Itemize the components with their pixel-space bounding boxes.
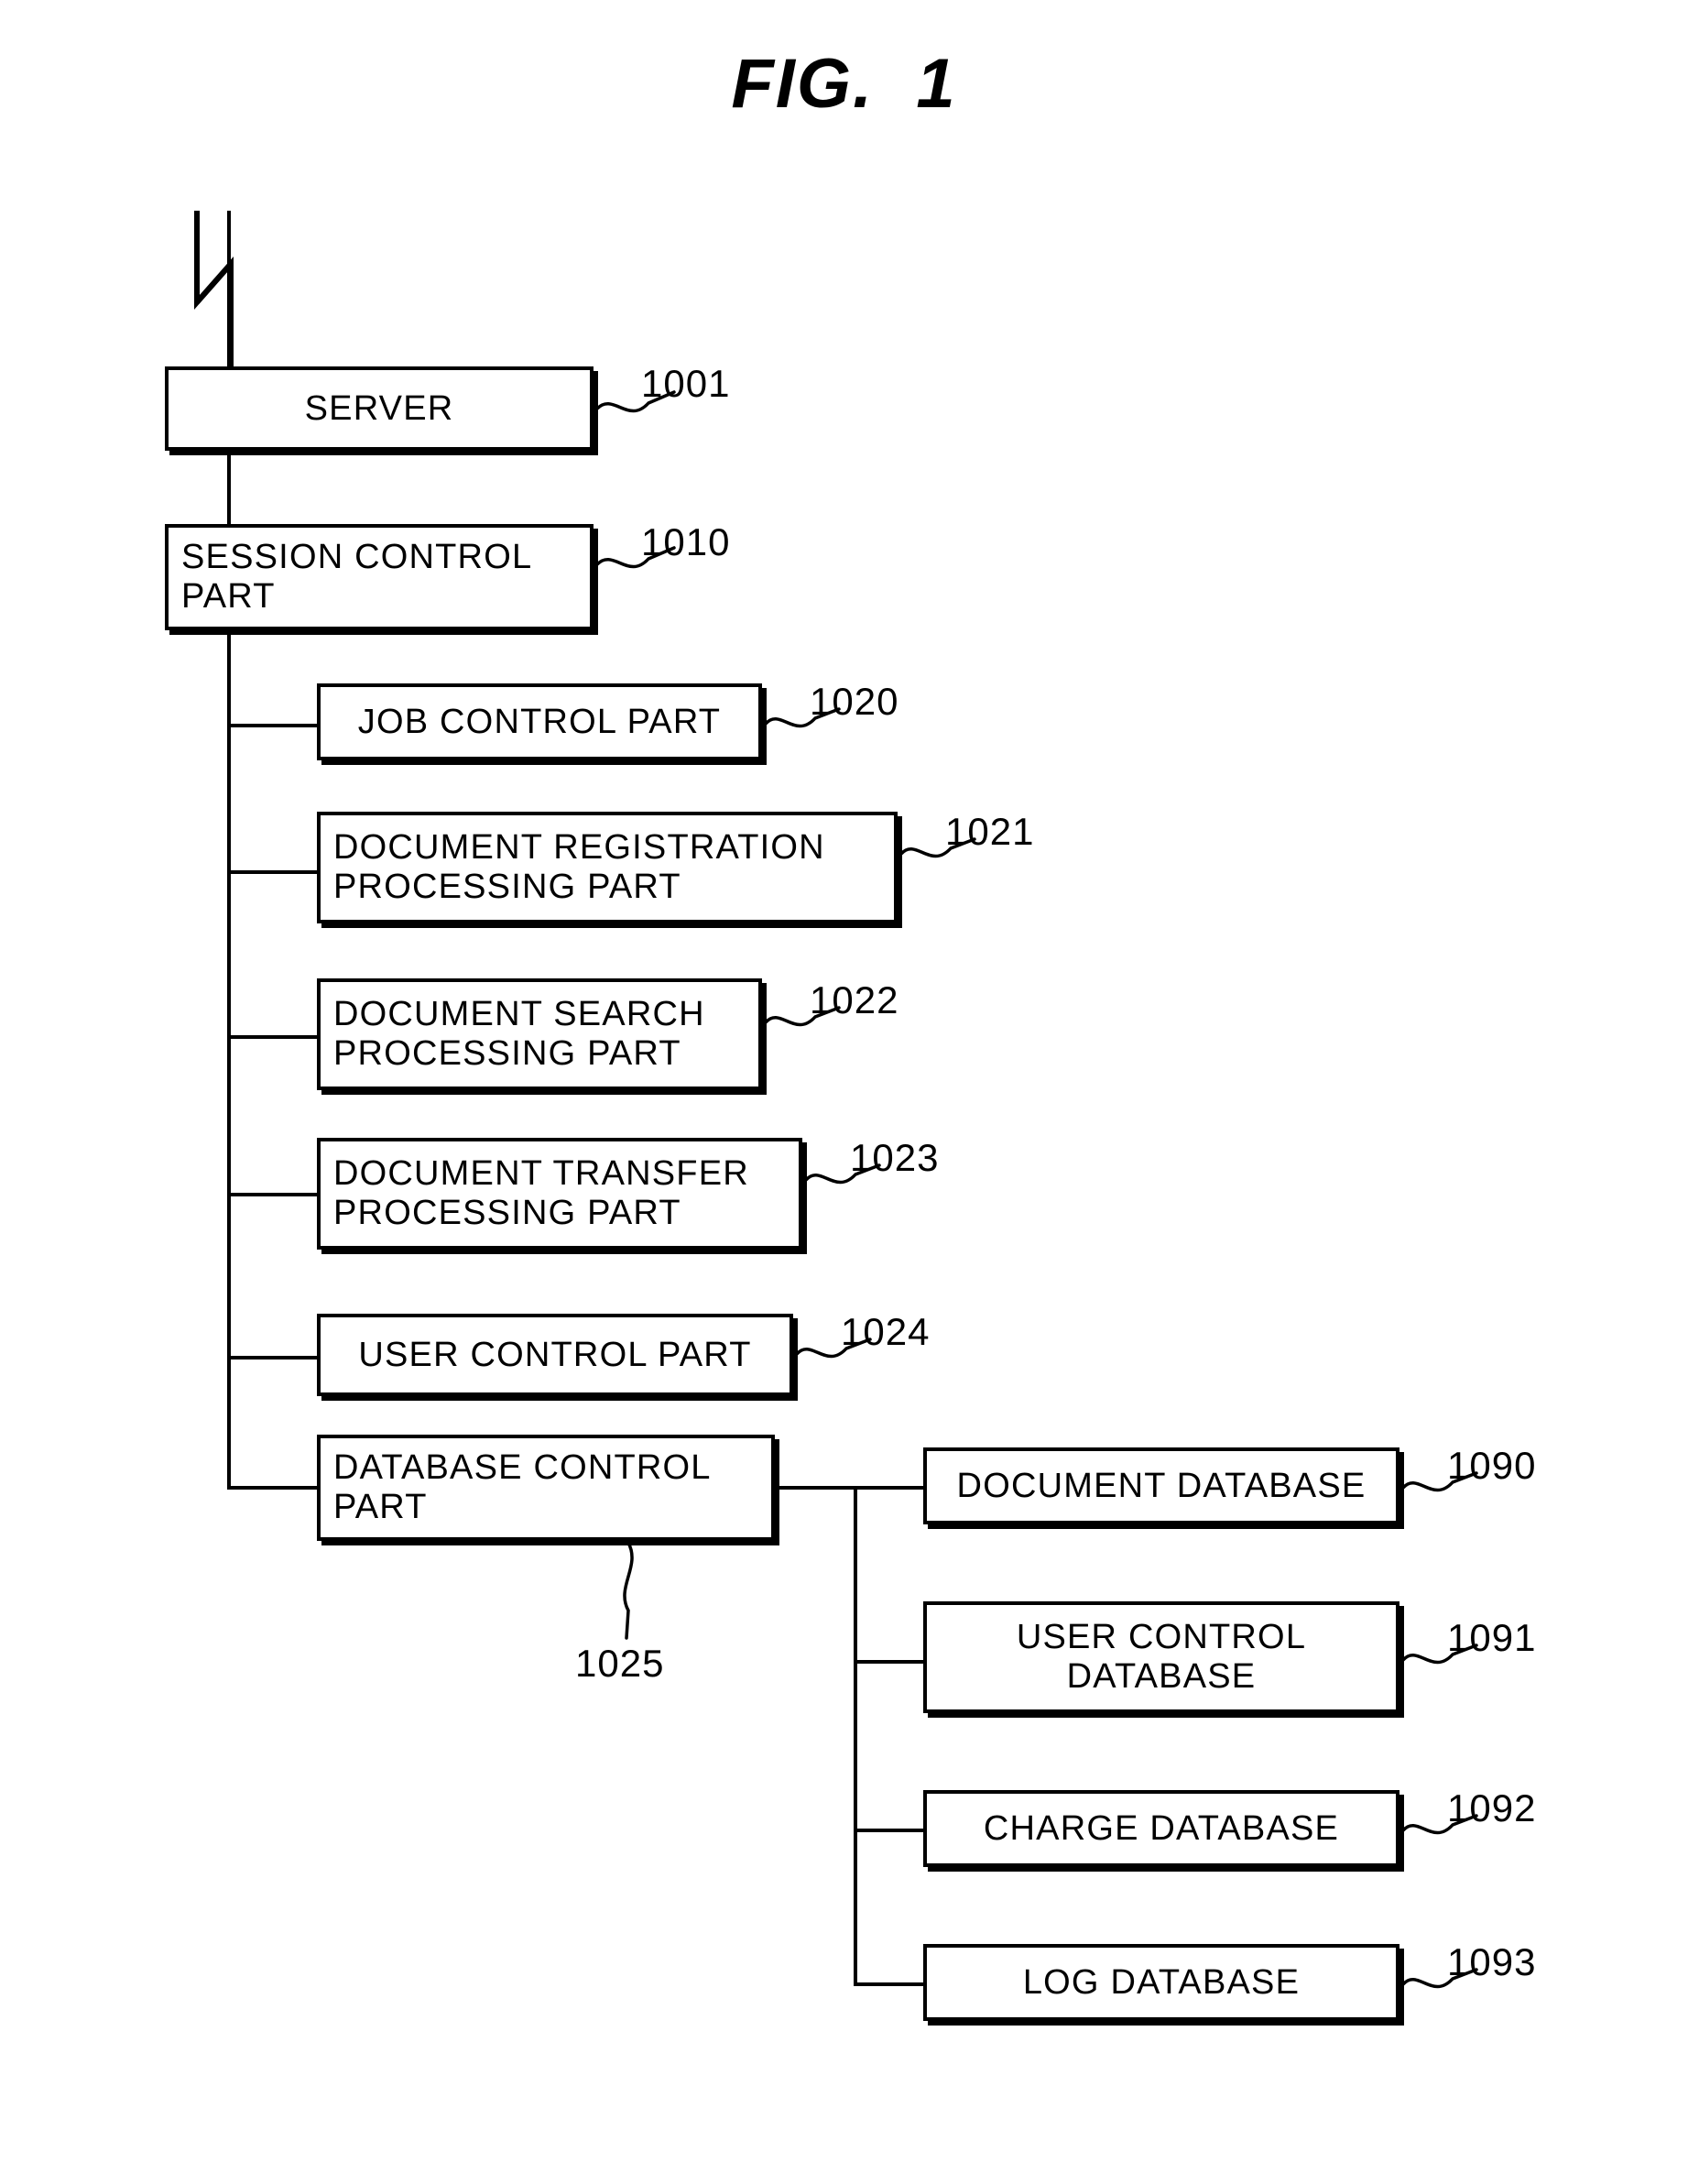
- node-doc-search-label: DOCUMENT SEARCH PROCESSING PART: [333, 995, 705, 1073]
- node-user-control[interactable]: USER CONTROL PART: [317, 1314, 793, 1396]
- node-log-database[interactable]: LOG DATABASE: [923, 1944, 1399, 2021]
- connector-stub-charge-database: [854, 1829, 925, 1832]
- node-session-control-label: SESSION CONTROL PART: [181, 538, 533, 616]
- node-job-control-label: JOB CONTROL PART: [357, 702, 722, 741]
- connector-database-control-to-right-bus: [775, 1486, 857, 1490]
- connector-stub-doc-search: [227, 1035, 319, 1039]
- node-user-control-database[interactable]: USER CONTROL DATABASE: [923, 1601, 1399, 1713]
- node-doc-transfer[interactable]: DOCUMENT TRANSFER PROCESSING PART: [317, 1138, 802, 1250]
- ref-1092: 1092: [1447, 1786, 1537, 1829]
- connector-left-trunk: [227, 630, 231, 1490]
- node-user-control-label: USER CONTROL PART: [358, 1335, 752, 1374]
- ref-1010: 1010: [641, 520, 731, 563]
- ref-1093: 1093: [1447, 1940, 1537, 1983]
- leader-line-1025: [623, 1541, 634, 1640]
- node-doc-registration-label: DOCUMENT REGISTRATION PROCESSING PART: [333, 828, 825, 906]
- ref-1023: 1023: [850, 1136, 940, 1179]
- ref-1025: 1025: [575, 1642, 665, 1685]
- connector-antenna-to-server: [227, 211, 231, 368]
- connector-server-to-session: [227, 451, 231, 528]
- connector-stub-doc-transfer: [227, 1193, 319, 1196]
- connector-stub-database-control: [227, 1486, 319, 1490]
- node-charge-database-label: CHARGE DATABASE: [983, 1808, 1340, 1848]
- ref-1022: 1022: [810, 978, 899, 1021]
- ref-1024: 1024: [841, 1310, 931, 1353]
- patent-figure-page: FIG. 1 SERVER 1001 SESSION CONTROL PART …: [0, 0, 1688, 2184]
- ref-1090: 1090: [1447, 1444, 1537, 1487]
- node-doc-search[interactable]: DOCUMENT SEARCH PROCESSING PART: [317, 978, 762, 1090]
- node-user-control-database-label: USER CONTROL DATABASE: [1016, 1618, 1307, 1696]
- node-session-control[interactable]: SESSION CONTROL PART: [165, 524, 594, 630]
- connector-stub-log-database: [854, 1982, 925, 1986]
- connector-stub-user-control-database: [854, 1660, 925, 1664]
- node-database-control[interactable]: DATABASE CONTROL PART: [317, 1435, 775, 1541]
- figure-title: FIG. 1: [731, 45, 957, 123]
- node-doc-transfer-label: DOCUMENT TRANSFER PROCESSING PART: [333, 1154, 749, 1232]
- node-document-database[interactable]: DOCUMENT DATABASE: [923, 1447, 1399, 1524]
- node-server-label: SERVER: [304, 388, 454, 428]
- node-document-database-label: DOCUMENT DATABASE: [956, 1466, 1367, 1505]
- node-charge-database[interactable]: CHARGE DATABASE: [923, 1790, 1399, 1867]
- node-database-control-label: DATABASE CONTROL PART: [333, 1448, 712, 1526]
- connector-stub-doc-registration: [227, 870, 319, 874]
- node-log-database-label: LOG DATABASE: [1022, 1962, 1301, 2002]
- node-server[interactable]: SERVER: [165, 366, 594, 451]
- connector-stub-user-control: [227, 1356, 319, 1360]
- connector-stub-document-database: [854, 1486, 925, 1490]
- ref-1091: 1091: [1447, 1616, 1537, 1659]
- connector-right-trunk: [854, 1486, 857, 1986]
- ref-1020: 1020: [810, 680, 899, 723]
- ref-1021: 1021: [945, 810, 1035, 853]
- connector-stub-job-control: [227, 724, 319, 727]
- ref-1001: 1001: [641, 362, 731, 405]
- node-doc-registration[interactable]: DOCUMENT REGISTRATION PROCESSING PART: [317, 812, 898, 923]
- node-job-control[interactable]: JOB CONTROL PART: [317, 683, 762, 760]
